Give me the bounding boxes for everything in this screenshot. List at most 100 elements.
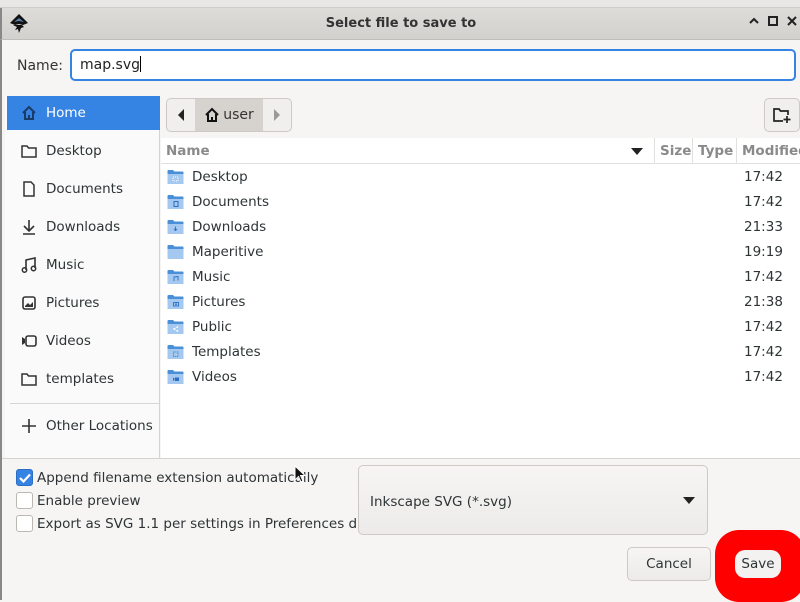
text-caret (140, 56, 142, 72)
file-row[interactable]: Videos 17:42 (161, 365, 800, 390)
file-name: Downloads (192, 219, 267, 235)
path-forward-button[interactable] (263, 99, 291, 131)
videos-folder-icon (167, 370, 184, 384)
documents-folder-icon (167, 195, 184, 209)
export-svg11-label: Export as SVG 1.1 per settings in Prefer… (37, 515, 390, 532)
file-row[interactable]: Pictures 21:38 (161, 290, 800, 315)
window-title: Select file to save to (325, 16, 477, 31)
path-back-button[interactable] (167, 99, 195, 131)
column-modified-label: Modified (742, 143, 800, 159)
file-row[interactable]: Desktop 17:42 (161, 165, 800, 190)
column-size[interactable]: Size (654, 138, 692, 164)
file-row[interactable]: Maperitive 19:19 (161, 240, 800, 265)
save-dialog: Name: map.svg Home Desktop Documents Dow… (0, 40, 800, 602)
sidebar-item-label: Desktop (46, 143, 102, 159)
close-button[interactable] (782, 14, 800, 34)
video-icon (20, 332, 38, 350)
cancel-label: Cancel (646, 556, 692, 572)
file-row[interactable]: Documents 17:42 (161, 190, 800, 215)
maximize-icon (768, 16, 778, 26)
checkmark-icon (18, 473, 31, 483)
places-sidebar: Home Desktop Documents Downloads Music P… (5, 96, 160, 458)
new-folder-icon (773, 108, 791, 123)
enable-preview-checkbox[interactable]: Enable preview (16, 492, 141, 509)
column-type-label: Type (698, 143, 734, 159)
export-svg11-checkbox[interactable]: Export as SVG 1.1 per settings in Prefer… (16, 515, 390, 532)
filename-input[interactable]: map.svg (70, 49, 796, 81)
title-bar: Select file to save to (0, 8, 800, 40)
file-name: Desktop (192, 169, 248, 185)
home-icon (205, 107, 219, 122)
file-browser: user Name Size Type Modified Desktop 17:4… (161, 96, 800, 458)
breadcrumb-user[interactable]: user (195, 99, 263, 131)
file-name: Documents (192, 194, 269, 210)
picture-icon (20, 294, 38, 312)
sidebar-item-desktop[interactable]: Desktop (7, 134, 160, 168)
sidebar-item-downloads[interactable]: Downloads (7, 210, 160, 244)
maximize-button[interactable] (763, 14, 783, 34)
new-folder-button[interactable] (764, 98, 800, 132)
file-modified: 17:42 (744, 319, 783, 335)
file-name: Maperitive (192, 244, 264, 260)
sidebar-item-other-locations[interactable]: Other Locations (7, 409, 160, 443)
music-folder-icon (167, 270, 184, 284)
sidebar-item-label: Home (46, 105, 86, 121)
file-name: Pictures (192, 294, 246, 310)
document-icon (20, 180, 38, 198)
checkbox-unchecked (16, 515, 33, 532)
save-button[interactable]: Save (735, 550, 781, 578)
options-separator (2, 458, 800, 459)
templates-folder-icon (167, 345, 184, 359)
file-row[interactable]: Public 17:42 (161, 315, 800, 340)
arrow-left-icon (178, 109, 184, 121)
file-modified: 21:33 (744, 219, 783, 235)
public-folder-icon (167, 320, 184, 334)
pictures-folder-icon (167, 295, 184, 309)
breadcrumb-label: user (223, 107, 254, 123)
file-type-dropdown[interactable]: Inkscape SVG (*.svg) (358, 465, 708, 535)
file-row[interactable]: Templates 17:42 (161, 340, 800, 365)
file-list: Desktop 17:42 Documents 17:42 Downloads 21:33… (161, 165, 800, 390)
column-modified[interactable]: Modified (736, 138, 800, 164)
sidebar-item-pictures[interactable]: Pictures (7, 286, 160, 320)
sidebar-item-label: Documents (46, 181, 123, 197)
cancel-button[interactable]: Cancel (627, 547, 711, 581)
sidebar-item-label: Downloads (46, 219, 121, 235)
sidebar-item-label: Music (46, 257, 85, 273)
dropdown-arrow-icon (683, 497, 695, 504)
breadcrumb: user (166, 98, 292, 132)
file-row[interactable]: Music 17:42 (161, 265, 800, 290)
mouse-cursor-icon (294, 465, 307, 483)
sidebar-item-documents[interactable]: Documents (7, 172, 160, 206)
chevron-up-icon (749, 17, 759, 24)
file-row[interactable]: Downloads 21:33 (161, 215, 800, 240)
plus-icon (20, 417, 38, 435)
enable-preview-label: Enable preview (37, 492, 141, 509)
column-name[interactable]: Name (161, 138, 649, 164)
downloads-folder-icon (167, 220, 184, 234)
sidebar-item-music[interactable]: Music (7, 248, 160, 282)
sidebar-item-label: Pictures (46, 295, 100, 311)
file-name: Videos (192, 369, 237, 385)
column-type[interactable]: Type (692, 138, 736, 164)
desktop-folder-icon (167, 170, 184, 184)
folder-icon (20, 142, 38, 160)
sidebar-item-templates[interactable]: templates (7, 362, 160, 396)
file-modified: 17:42 (744, 194, 783, 210)
minimize-button[interactable] (744, 14, 764, 34)
file-modified: 19:19 (744, 244, 783, 260)
file-modified: 17:42 (744, 269, 783, 285)
append-extension-checkbox[interactable]: Append filename extension automatically (16, 469, 318, 486)
append-extension-label: Append filename extension automatically (37, 469, 319, 486)
arrow-right-icon (274, 109, 280, 121)
checkbox-unchecked (16, 492, 33, 509)
folder-icon (20, 370, 38, 388)
column-size-label: Size (660, 143, 692, 159)
file-name: Templates (192, 344, 261, 360)
sidebar-item-label: templates (46, 371, 114, 387)
sort-descending-icon (631, 148, 643, 155)
sidebar-item-videos[interactable]: Videos (7, 324, 160, 358)
file-modified: 17:42 (744, 369, 783, 385)
save-label: Save (741, 556, 775, 572)
sidebar-item-home[interactable]: Home (7, 96, 160, 130)
